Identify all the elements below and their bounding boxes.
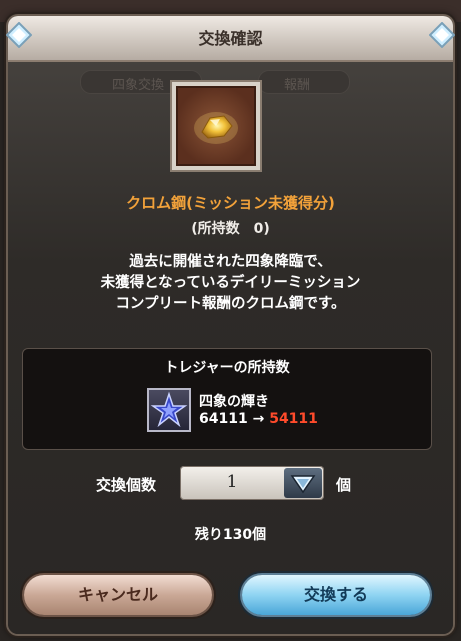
- item-thumbnail: [170, 80, 262, 172]
- treasure-count: 64111 → 54111: [199, 411, 318, 427]
- treasure-section-title: トレジャーの所持数: [164, 360, 290, 376]
- quantity-value: 1: [226, 472, 238, 492]
- owned-count: (所持数 0): [191, 221, 270, 237]
- description-line: コンプリート報酬のクロム鋼です。: [115, 296, 346, 312]
- chevron-down-icon: [290, 475, 316, 494]
- quantity-select[interactable]: 1: [180, 466, 324, 500]
- dialog-title: 交換確認: [198, 29, 263, 48]
- count-after: 54111: [269, 411, 318, 427]
- diamond-ornament-icon: [6, 22, 32, 48]
- dropdown-button[interactable]: [284, 468, 322, 498]
- arrow-icon: →: [252, 411, 265, 427]
- background-tab-label: 報酬: [284, 78, 311, 93]
- count-before: 64111: [199, 411, 248, 427]
- item-description: 過去に開催された四象降臨で、 未獲得となっているデイリーミッション コンプリート…: [0, 252, 461, 315]
- description-line: 未獲得となっているデイリーミッション: [100, 275, 361, 291]
- background-tab-label: 四象交換: [112, 78, 165, 93]
- treasure-panel: トレジャーの所持数 四象の輝き 64111 → 54111: [22, 348, 432, 450]
- exchange-button[interactable]: 交換する: [242, 575, 430, 615]
- quantity-unit: 個: [336, 476, 352, 494]
- quantity-label: 交換個数: [96, 476, 157, 494]
- item-name: クロム鋼(ミッション未獲得分): [126, 194, 335, 212]
- diamond-ornament-icon: [429, 22, 455, 48]
- star-icon: [150, 391, 188, 428]
- remaining-count: 残り130個: [194, 527, 267, 543]
- dialog-title-bar: 交換確認: [8, 16, 453, 62]
- description-line: 過去に開催された四象降臨で、: [129, 254, 332, 270]
- chrome-steel-icon: [194, 112, 238, 144]
- treasure-thumbnail: [147, 388, 191, 432]
- treasure-name: 四象の輝き: [199, 394, 269, 410]
- cancel-button[interactable]: キャンセル: [24, 575, 212, 615]
